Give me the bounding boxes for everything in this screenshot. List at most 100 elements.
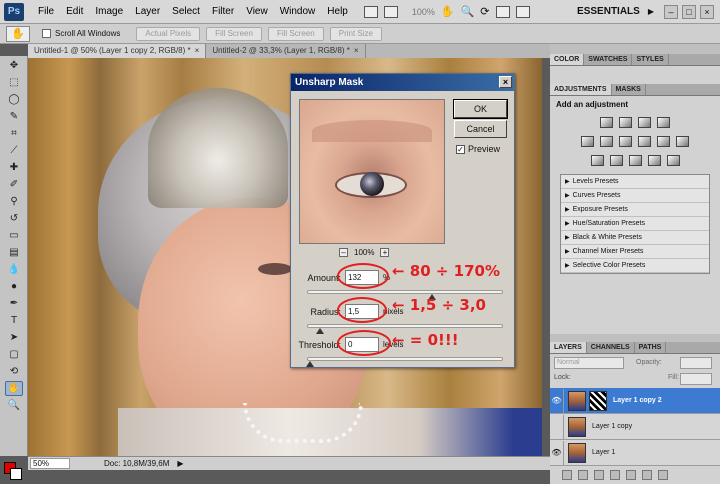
path-selection-icon[interactable]: ➤ [5,330,23,345]
menu-filter[interactable]: Filter [206,6,240,17]
tab-styles[interactable]: STYLES [632,54,669,65]
healing-brush-icon[interactable]: ✚ [5,160,23,175]
levels-icon[interactable] [619,117,632,128]
filter-preview-window[interactable] [299,99,445,244]
preview-checkbox[interactable]: ✓ [456,144,465,154]
layer-row[interactable]: 👁 Layer 1 copy 2 [550,388,720,414]
quick-selection-tool-icon[interactable]: ✎ [5,109,23,124]
shape-tool-icon[interactable]: ▢ [5,347,23,362]
layer-mask-thumbnail[interactable] [589,390,607,411]
launch-bridge-icon[interactable] [363,5,378,18]
close-tab-icon[interactable]: × [195,46,200,55]
lasso-tool-icon[interactable]: ◯ [5,92,23,107]
menu-select[interactable]: Select [166,6,206,17]
blend-mode-select[interactable]: Normal [554,357,624,369]
hand-tool-icon[interactable]: ✋ [5,381,23,396]
gradient-tool-icon[interactable]: ▤ [5,245,23,260]
tab-masks[interactable]: MASKS [612,84,646,95]
fill-screen-button[interactable]: Fill Screen [267,26,324,41]
layer-name[interactable]: Layer 1 copy 2 [613,397,662,404]
add-mask-icon[interactable] [594,470,604,480]
doc-tab-untitled-1[interactable]: Untitled-1 @ 50% (Layer 1 copy 2, RGB/8)… [28,44,207,58]
tool-preset-picker[interactable]: ✋ [6,25,30,42]
zoom-out-icon[interactable]: – [339,248,348,257]
fit-screen-button[interactable]: Fill Screen [206,26,262,41]
workspace-switcher[interactable]: ESSENTIALS [577,6,640,17]
crop-tool-icon[interactable]: ⌗ [5,126,23,141]
3d-rotate-icon[interactable]: ⟲ [5,364,23,379]
tab-swatches[interactable]: SWATCHES [584,54,633,65]
layer-name[interactable]: Layer 1 [592,449,615,456]
tab-color[interactable]: COLOR [550,54,585,65]
threshold-slider[interactable] [306,357,503,367]
preset-item-curves[interactable]: ▶ Curves Presets [561,189,709,203]
visibility-eye-icon[interactable]: 👁 [550,388,564,413]
preset-item-black-white[interactable]: ▶ Black & White Presets [561,231,709,245]
tab-adjustments[interactable]: ADJUSTMENTS [550,84,612,95]
blur-tool-icon[interactable]: 💧 [5,262,23,277]
dialog-title-bar[interactable]: Unsharp Mask × [291,74,514,91]
layer-thumbnail[interactable] [568,416,586,437]
menu-image[interactable]: Image [89,6,129,17]
doc-tab-untitled-2[interactable]: Untitled-2 @ 33,3% (Layer 1, RGB/8) * × [206,44,366,58]
marquee-tool-icon[interactable]: ⬚ [5,75,23,90]
pen-tool-icon[interactable]: ✒ [5,296,23,311]
zoom-icon[interactable]: 🔍 [461,5,475,18]
close-tab-icon[interactable]: × [354,46,359,55]
minimize-icon[interactable]: – [664,4,678,19]
zoom-level[interactable]: 100% [412,7,435,17]
gradient-map-icon[interactable] [647,155,661,166]
history-brush-icon[interactable]: ↺ [5,211,23,226]
hand-icon[interactable]: ✋ [441,5,455,18]
fill-field[interactable] [680,373,712,385]
black-white-icon[interactable] [638,136,651,147]
eyedropper-tool-icon[interactable]: ⟋ [5,143,23,158]
visibility-eye-icon[interactable] [550,414,564,439]
preview-option[interactable]: ✓ Preview [456,144,500,154]
invert-icon[interactable] [590,155,604,166]
expand-icon[interactable]: ▶ [565,263,570,269]
new-group-icon[interactable] [626,470,636,480]
zoom-in-icon[interactable]: + [380,248,390,257]
tab-paths[interactable]: PATHS [635,342,667,353]
adjustment-layer-icon[interactable] [610,470,620,480]
curves-icon[interactable] [638,117,651,128]
menu-layer[interactable]: Layer [129,6,166,17]
radius-slider-thumb[interactable] [316,328,324,334]
arrange-documents-icon[interactable] [495,5,510,18]
menu-file[interactable]: File [32,6,60,17]
hue-saturation-icon[interactable] [600,136,613,147]
layer-style-icon[interactable] [578,470,588,480]
launch-minibridge-icon[interactable] [383,5,398,18]
cancel-button[interactable]: Cancel [454,120,507,138]
new-layer-icon[interactable] [642,470,652,480]
type-tool-icon[interactable]: T [5,313,23,328]
preset-item-selective-color[interactable]: ▶ Selective Color Presets [561,259,709,273]
preset-item-hue-saturation[interactable]: ▶ Hue/Saturation Presets [561,217,709,231]
menu-help[interactable]: Help [321,6,354,17]
print-size-button[interactable]: Print Size [329,26,382,41]
brightness-contrast-icon[interactable] [600,117,613,128]
brush-tool-icon[interactable]: ✐ [5,177,23,192]
preset-item-channel-mixer[interactable]: ▶ Channel Mixer Presets [561,245,709,259]
tab-channels[interactable]: CHANNELS [587,342,635,353]
amount-slider[interactable] [307,290,503,300]
exposure-icon[interactable] [657,117,670,128]
channel-mixer-icon[interactable] [676,136,689,147]
dialog-close-icon[interactable]: × [499,76,512,88]
photo-filter-icon[interactable] [657,136,670,147]
expand-icon[interactable]: ▶ [565,193,570,199]
link-layers-icon[interactable] [562,470,572,480]
delete-layer-icon[interactable] [658,470,668,480]
visibility-eye-icon[interactable]: 👁 [550,440,564,465]
expand-icon[interactable]: ▶ [565,235,570,241]
preset-item-exposure[interactable]: ▶ Exposure Presets [561,203,709,217]
menu-window[interactable]: Window [274,6,322,17]
opacity-field[interactable] [680,357,712,369]
scroll-all-windows-checkbox[interactable] [42,29,51,38]
screen-mode-icon[interactable] [515,5,530,18]
radius-slider[interactable] [307,324,503,334]
expand-icon[interactable]: ▶ [565,207,570,213]
vibrance-icon[interactable] [581,136,594,147]
layer-name[interactable]: Layer 1 copy [592,423,632,430]
